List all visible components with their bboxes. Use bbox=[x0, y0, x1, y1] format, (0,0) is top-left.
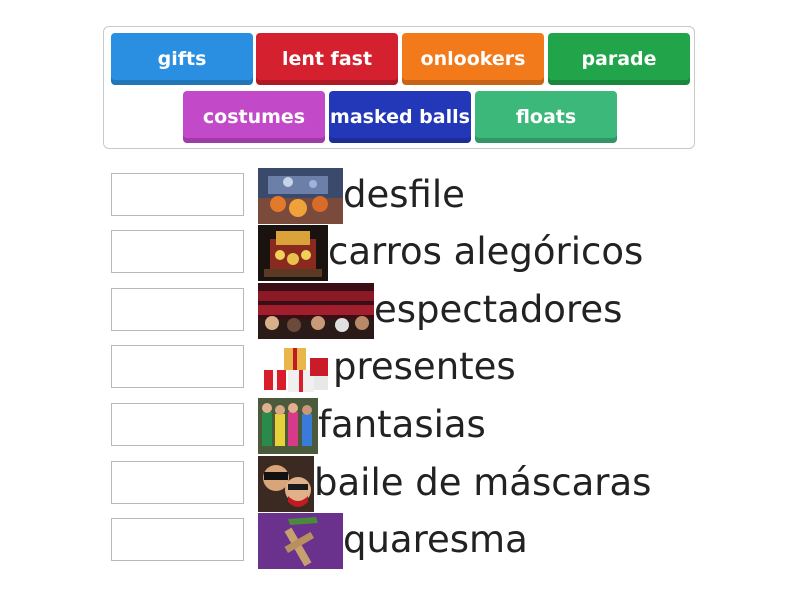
match-row: fantasias bbox=[111, 398, 731, 454]
match-row: desfile bbox=[111, 168, 731, 224]
chip-gifts[interactable]: gifts bbox=[111, 33, 253, 85]
match-row: carros alegóricos bbox=[111, 225, 731, 281]
match-row: espectadores bbox=[111, 283, 731, 339]
word-label: quaresma bbox=[343, 518, 528, 561]
gifts-photo bbox=[258, 340, 333, 396]
answer-drop-zone[interactable] bbox=[111, 461, 244, 504]
match-row: presentes bbox=[111, 340, 731, 396]
word-label: carros alegóricos bbox=[328, 230, 644, 273]
answer-drop-zone[interactable] bbox=[111, 518, 244, 561]
chip-costumes[interactable]: costumes bbox=[183, 91, 325, 143]
match-row: quaresma bbox=[111, 513, 731, 569]
word-label: espectadores bbox=[374, 288, 623, 331]
float-photo bbox=[258, 225, 328, 281]
answer-drop-zone[interactable] bbox=[111, 173, 244, 216]
chip-parade[interactable]: parade bbox=[548, 33, 690, 85]
chip-lent-fast[interactable]: lent fast bbox=[256, 33, 398, 85]
word-label: baile de máscaras bbox=[314, 461, 652, 504]
costumes-photo bbox=[258, 398, 318, 454]
answer-drop-zone[interactable] bbox=[111, 403, 244, 446]
chip-floats[interactable]: floats bbox=[475, 91, 617, 143]
chip-onlookers[interactable]: onlookers bbox=[402, 33, 544, 85]
answer-drop-zone[interactable] bbox=[111, 288, 244, 331]
match-row: baile de máscaras bbox=[111, 456, 731, 512]
answer-drop-zone[interactable] bbox=[111, 230, 244, 273]
cross-photo bbox=[258, 513, 343, 569]
audience-photo bbox=[258, 283, 374, 339]
masks-photo bbox=[258, 456, 314, 512]
chip-masked-balls[interactable]: masked balls bbox=[329, 91, 471, 143]
answer-drop-zone[interactable] bbox=[111, 345, 244, 388]
word-label: presentes bbox=[333, 345, 516, 388]
word-label: desfile bbox=[343, 173, 465, 216]
word-label: fantasias bbox=[318, 403, 486, 446]
parade-photo bbox=[258, 168, 343, 224]
